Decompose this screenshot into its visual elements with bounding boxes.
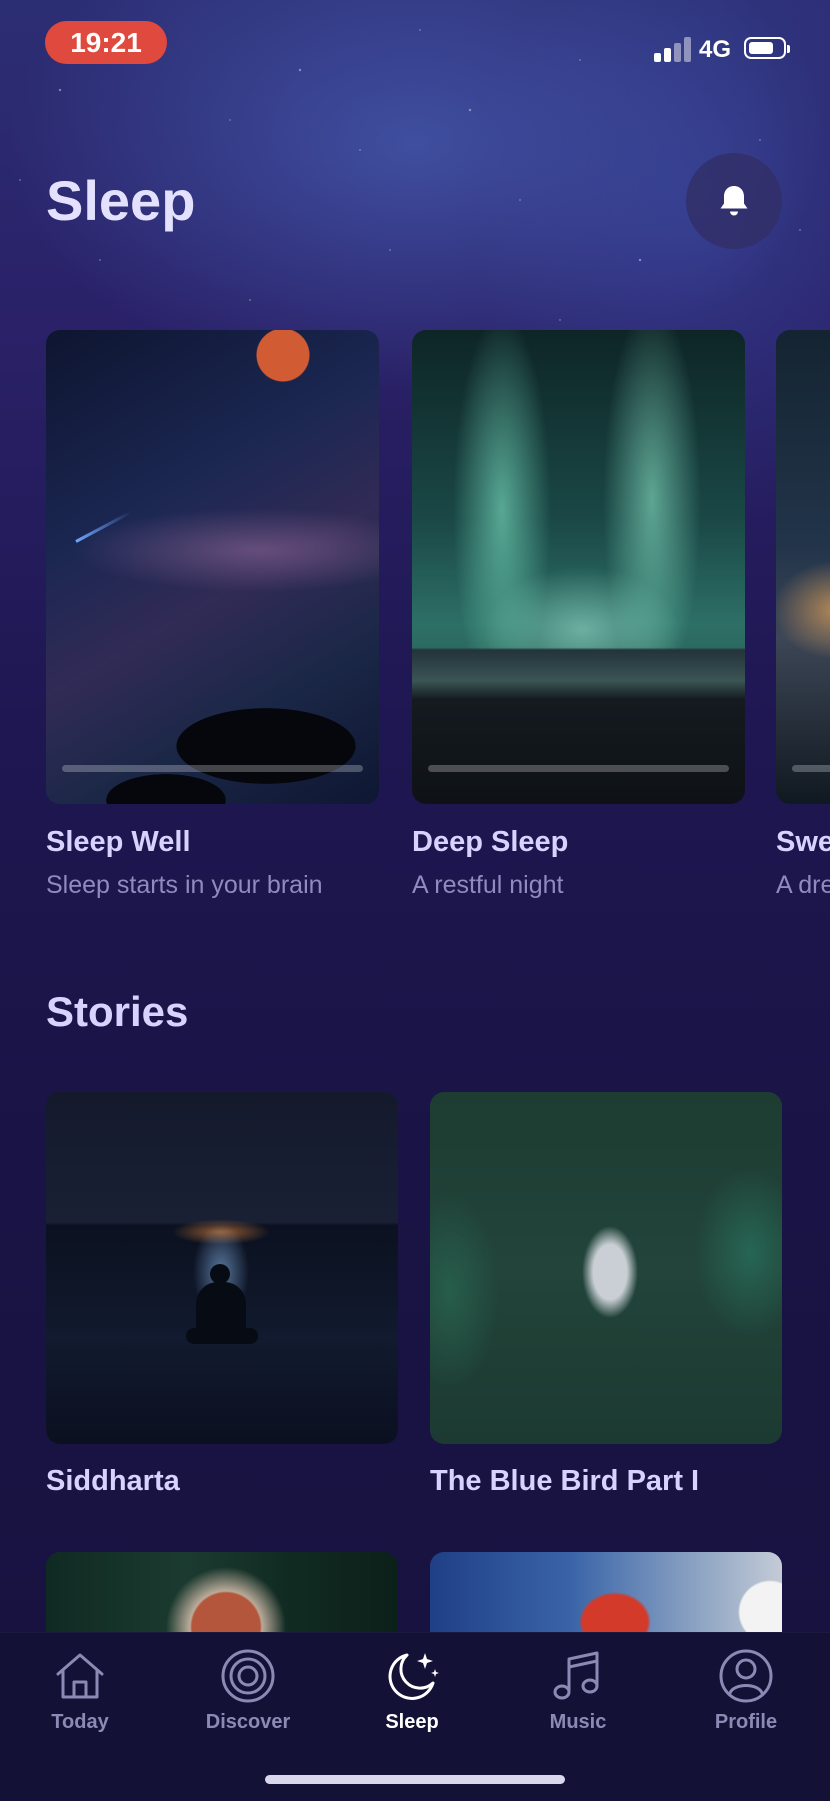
music-note-icon xyxy=(553,1651,599,1700)
story-title: The Blue Bird Part I xyxy=(430,1465,700,1497)
page-title: Sleep xyxy=(46,169,196,232)
story-card-partial[interactable] xyxy=(46,1552,398,1632)
meteor-decoration xyxy=(75,511,132,543)
tab-sleep[interactable]: Sleep xyxy=(352,1647,472,1747)
card-progress-bar xyxy=(792,765,830,772)
card-progress-bar xyxy=(62,765,363,772)
profile-icon xyxy=(719,1649,773,1703)
featured-card-title: Swe xyxy=(776,826,830,858)
notifications-button[interactable] xyxy=(686,153,782,249)
tab-label: Profile xyxy=(714,1711,778,1733)
tab-label: Sleep xyxy=(385,1711,439,1733)
tab-label: Music xyxy=(549,1711,607,1733)
story-card-siddharta[interactable] xyxy=(46,1092,398,1444)
battery-icon xyxy=(744,37,790,59)
tab-today[interactable]: Today xyxy=(20,1647,140,1747)
featured-card-title: Deep Sleep xyxy=(412,826,569,858)
featured-card-sleep-well[interactable] xyxy=(46,330,379,804)
story-card-blue-bird[interactable] xyxy=(430,1092,782,1444)
featured-card-deep-sleep[interactable] xyxy=(412,330,745,804)
featured-card-partial[interactable] xyxy=(776,330,830,804)
status-bar: 19:21 4G xyxy=(0,0,830,90)
home-icon xyxy=(56,1653,104,1699)
network-label: 4G xyxy=(699,36,732,63)
tab-label: Today xyxy=(51,1711,109,1733)
discover-icon xyxy=(221,1649,275,1703)
signal-icon xyxy=(654,36,694,62)
moon-stars-icon xyxy=(388,1653,439,1700)
featured-card-subtitle: A restful night xyxy=(412,871,564,899)
story-card-partial[interactable] xyxy=(430,1552,782,1632)
status-time: 19:21 xyxy=(45,21,167,64)
tab-label: Discover xyxy=(205,1711,291,1733)
featured-card-subtitle: Sleep starts in your brain xyxy=(46,871,323,899)
featured-card-subtitle: A dre xyxy=(776,871,830,899)
tab-discover[interactable]: Discover xyxy=(188,1647,308,1747)
home-indicator[interactable] xyxy=(265,1775,565,1784)
card-progress-bar xyxy=(428,765,729,772)
stories-section-title: Stories xyxy=(46,988,189,1035)
featured-card-title: Sleep Well xyxy=(46,826,191,858)
bell-icon xyxy=(720,186,748,216)
tab-profile[interactable]: Profile xyxy=(686,1647,806,1747)
story-title: Siddharta xyxy=(46,1465,180,1497)
tab-music[interactable]: Music xyxy=(518,1647,638,1747)
